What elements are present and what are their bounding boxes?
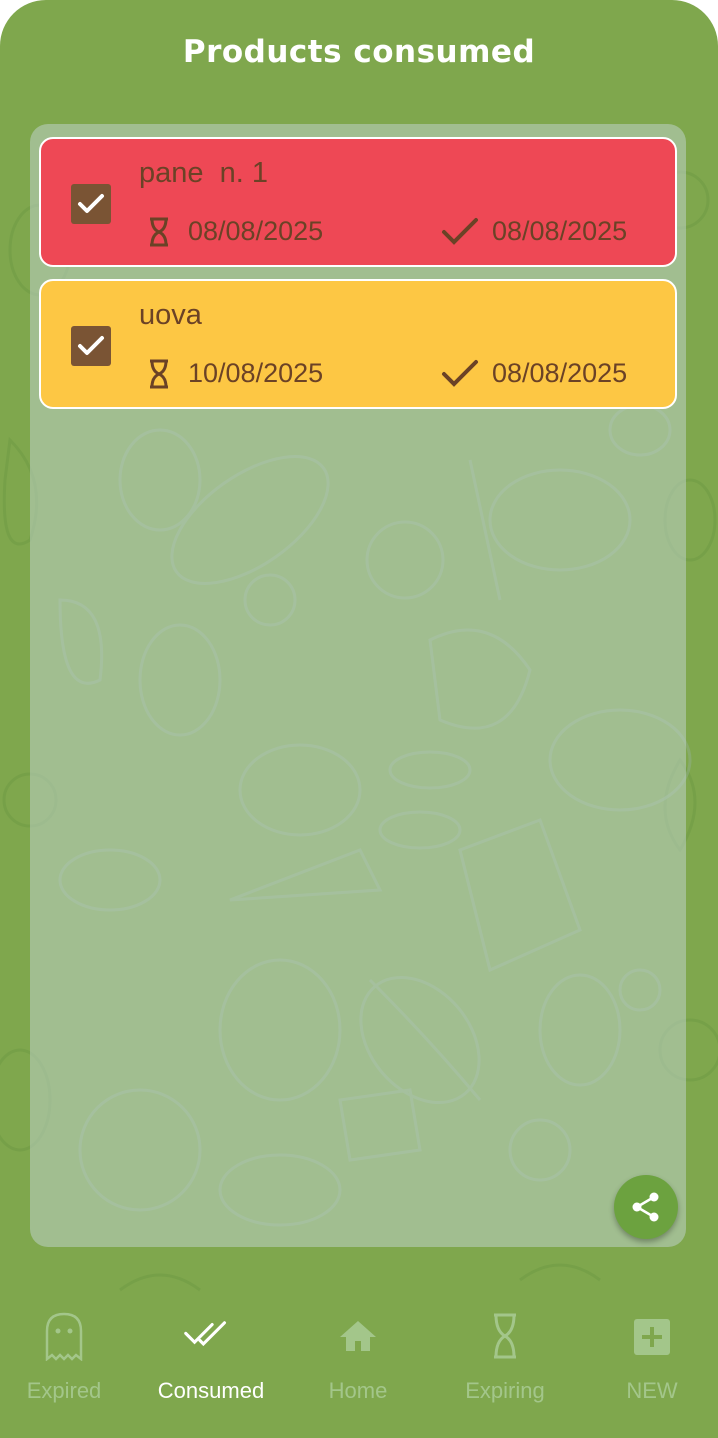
plus-square-icon: [634, 1319, 670, 1355]
hourglass-icon: [150, 359, 168, 389]
check-icon: [78, 194, 104, 213]
consumed-date: 08/08/2025: [492, 358, 628, 388]
page-title: Products consumed: [182, 34, 536, 70]
expiry-date: 10/08/2025: [188, 358, 324, 388]
nav-label: Consumed: [157, 1378, 265, 1403]
product-name: uova: [139, 299, 202, 331]
nav-item-new[interactable]: NEW: [587, 1305, 717, 1415]
product-card[interactable]: pane n. 1 08/08/2025 08/08/2025: [39, 137, 677, 267]
consumed-check-icon: [442, 360, 478, 387]
nav-label: NEW: [626, 1378, 678, 1403]
consumed-check-icon: [442, 218, 478, 245]
check-icon: [78, 336, 104, 355]
ghost-icon: [45, 1312, 83, 1361]
consumed-checkbox[interactable]: [71, 326, 111, 366]
nav-item-consumed[interactable]: Consumed: [146, 1305, 276, 1415]
nav-label: Expiring: [465, 1378, 545, 1403]
consumed-checkbox[interactable]: [71, 184, 111, 224]
hourglass-icon: [150, 217, 168, 247]
product-card[interactable]: uova 10/08/2025 08/08/2025: [39, 279, 677, 409]
share-icon: [632, 1192, 659, 1222]
nav-label: Expired: [26, 1378, 102, 1403]
nav-item-expired[interactable]: Expired: [0, 1305, 129, 1415]
home-icon: [340, 1321, 376, 1351]
nav-item-expiring[interactable]: Expiring: [440, 1305, 570, 1415]
nav-item-home[interactable]: Home: [293, 1305, 423, 1415]
double-check-icon: [184, 1321, 227, 1347]
nav-label: Home: [328, 1378, 388, 1403]
share-button[interactable]: [614, 1175, 678, 1239]
app-screen: Products consumed pane n. 1 08/08/2025 0…: [0, 0, 718, 1438]
hourglass-icon: [494, 1313, 516, 1359]
expiry-date: 08/08/2025: [188, 216, 324, 246]
product-name: pane n. 1: [139, 157, 268, 189]
consumed-date: 08/08/2025: [492, 216, 628, 246]
